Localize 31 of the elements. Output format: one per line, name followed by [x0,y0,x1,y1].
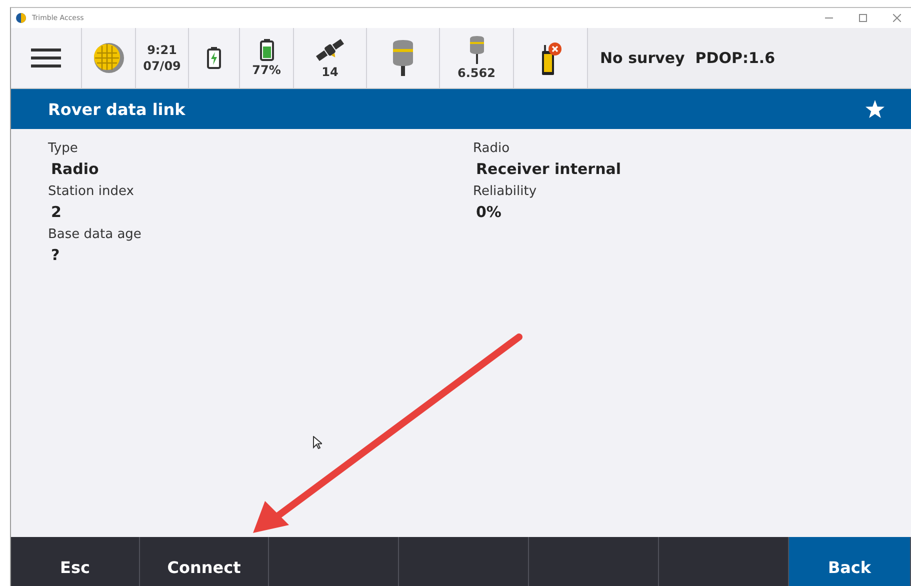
field-label: Base data age [48,227,142,242]
globe-icon[interactable] [92,42,124,74]
battery-icon [260,39,274,61]
close-icon[interactable] [893,14,901,22]
satellite-icon[interactable] [315,37,345,63]
field-label: Radio [473,141,510,156]
field-value: Radio [50,160,99,178]
time-text: 9:21 [147,43,177,57]
field-value: 2 [50,203,62,221]
receiver-icon[interactable] [468,36,484,64]
app-logo-icon [16,13,26,23]
satellite-count: 14 [322,65,338,79]
field-label: Station index [48,184,134,199]
status-text: No survey PDOP:1.6 [599,48,776,69]
maximize-icon[interactable] [859,14,867,22]
battery-percent: 77% [252,63,281,77]
date-text: 07/09 [143,59,181,73]
page-title: Rover data link [48,100,186,118]
field-value: ? [50,246,60,264]
softkey-button[interactable]: Back [789,537,911,586]
charging-battery-icon [207,47,221,69]
controller-disconnected-icon[interactable] [540,41,562,75]
field-value: 0% [475,203,502,221]
field-label: Reliability [473,184,537,199]
mouse-pointer-icon [313,436,322,449]
star-icon[interactable] [865,100,885,118]
field-value: Receiver internal [475,160,622,178]
field-label: Type [48,141,78,156]
menu-icon[interactable] [31,48,61,68]
receiver-icon[interactable] [391,40,415,76]
antenna-height: 6.562 [458,66,496,80]
